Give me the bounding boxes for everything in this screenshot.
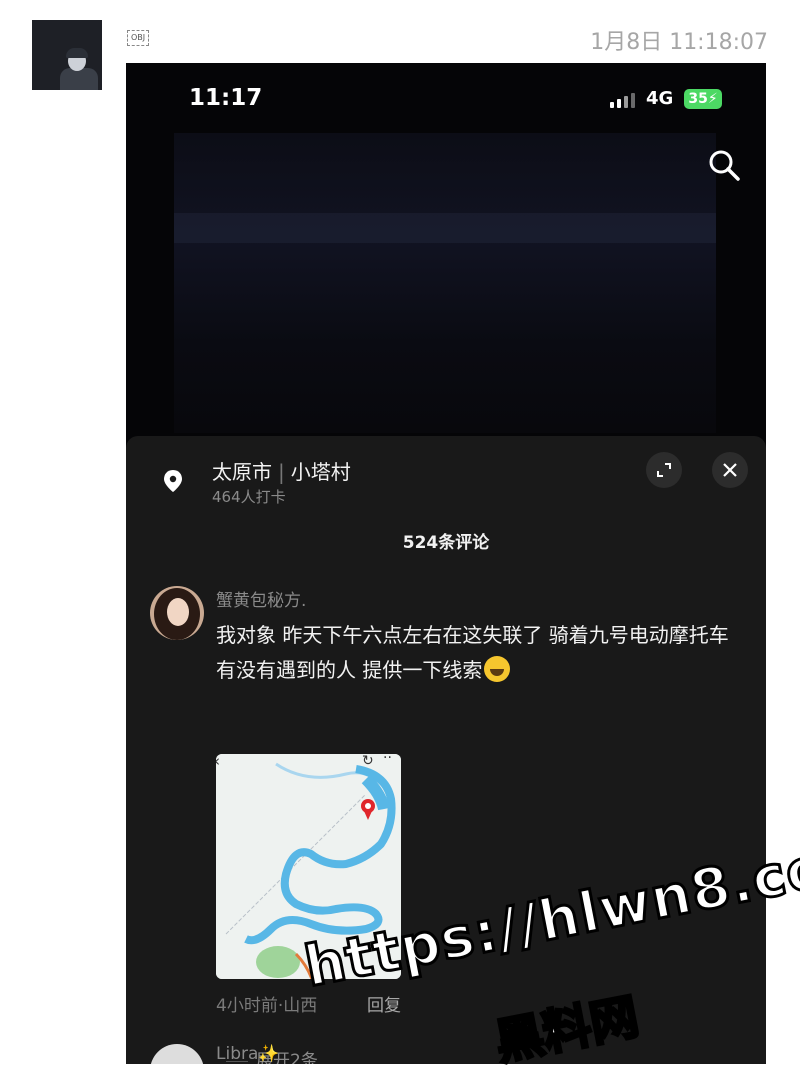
signal-icon — [610, 93, 635, 108]
expand-button[interactable] — [646, 452, 682, 488]
status-time: 11:17 — [189, 85, 263, 111]
expand-icon — [657, 463, 671, 477]
sparkle-icon: ✨ — [258, 1044, 280, 1064]
commenter-username[interactable]: 蟹黄包秘方. — [216, 586, 306, 611]
checkin-count: 464人打卡 — [212, 488, 286, 506]
battery-level: 35 — [688, 91, 708, 107]
comment-meta: 4小时前·山西 — [216, 996, 318, 1016]
obj-placeholder-tag: OBJ — [127, 30, 150, 46]
crying-emoji-icon — [484, 656, 511, 682]
next-username-text: Libra — [216, 1044, 259, 1064]
comment-text: 我对象 昨天下午六点左右在这失联了 骑着九号电动摩托车 有没有遇到的人 提供一下… — [216, 618, 746, 688]
next-commenter-username[interactable]: Libra✨ — [216, 1044, 280, 1064]
location-pin-icon — [162, 469, 184, 493]
map-refresh-icon: ↻ — [362, 754, 374, 769]
close-button[interactable] — [712, 452, 748, 488]
battery-icon: 35⚡ — [684, 89, 722, 109]
network-label: 4G — [646, 88, 674, 109]
location-city: 太原市 — [212, 460, 272, 484]
sender-avatar[interactable] — [32, 20, 102, 90]
comment-body: 我对象 昨天下午六点左右在这失联了 骑着九号电动摩托车 有没有遇到的人 提供一下… — [216, 623, 729, 682]
commenter-avatar[interactable] — [150, 586, 204, 640]
reply-button[interactable]: 回复 — [367, 991, 401, 1016]
location-title[interactable]: 太原市 | 小塔村 — [212, 456, 351, 485]
location-divider: | — [278, 460, 285, 484]
map-back-icon: ‹ — [216, 754, 220, 770]
close-icon — [723, 463, 737, 477]
map-more-icon: ·· — [383, 754, 392, 766]
search-icon[interactable] — [706, 147, 742, 183]
message-timestamp: 1月8日 11:18:07 — [590, 30, 768, 55]
comment-count: 524条评论 — [402, 533, 490, 553]
video-background — [174, 133, 716, 433]
next-commenter-avatar[interactable] — [150, 1044, 204, 1064]
location-place: 小塔村 — [290, 460, 351, 484]
